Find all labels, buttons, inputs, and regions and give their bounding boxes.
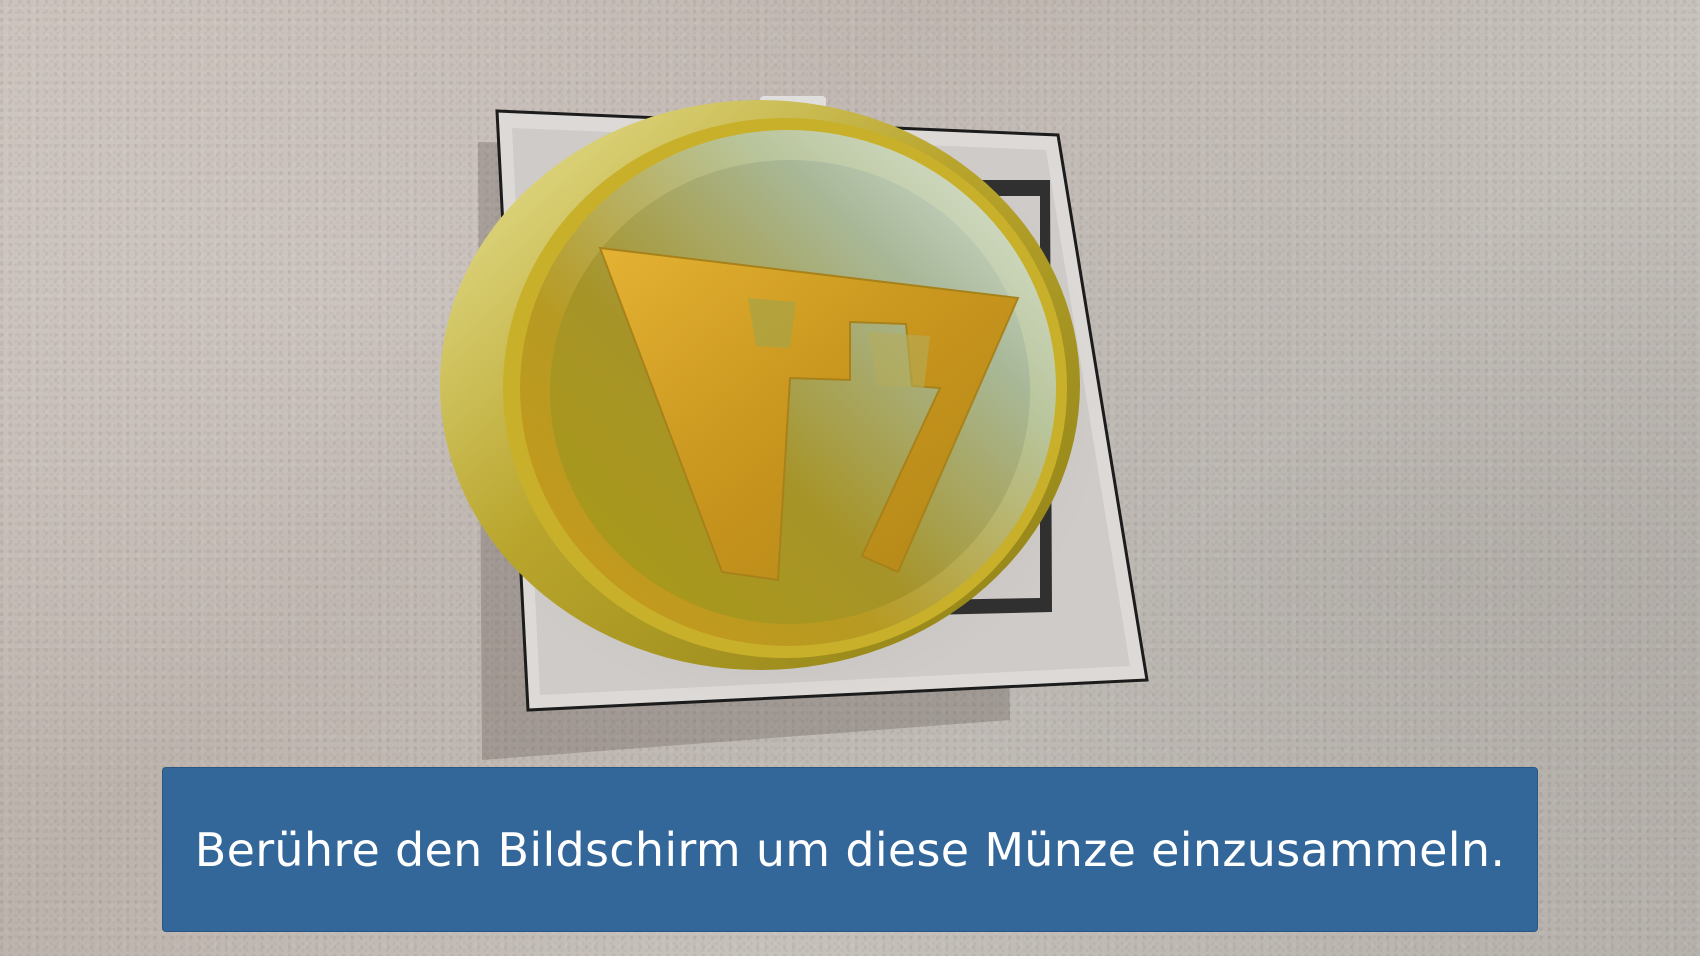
instruction-banner: Berühre den Bildschirm um diese Münze ei… [162, 767, 1538, 932]
ar-camera-view[interactable]: Berühre den Bildschirm um diese Münze ei… [0, 0, 1700, 956]
coin[interactable] [440, 100, 1105, 705]
instruction-text: Berühre den Bildschirm um diese Münze ei… [194, 822, 1506, 877]
